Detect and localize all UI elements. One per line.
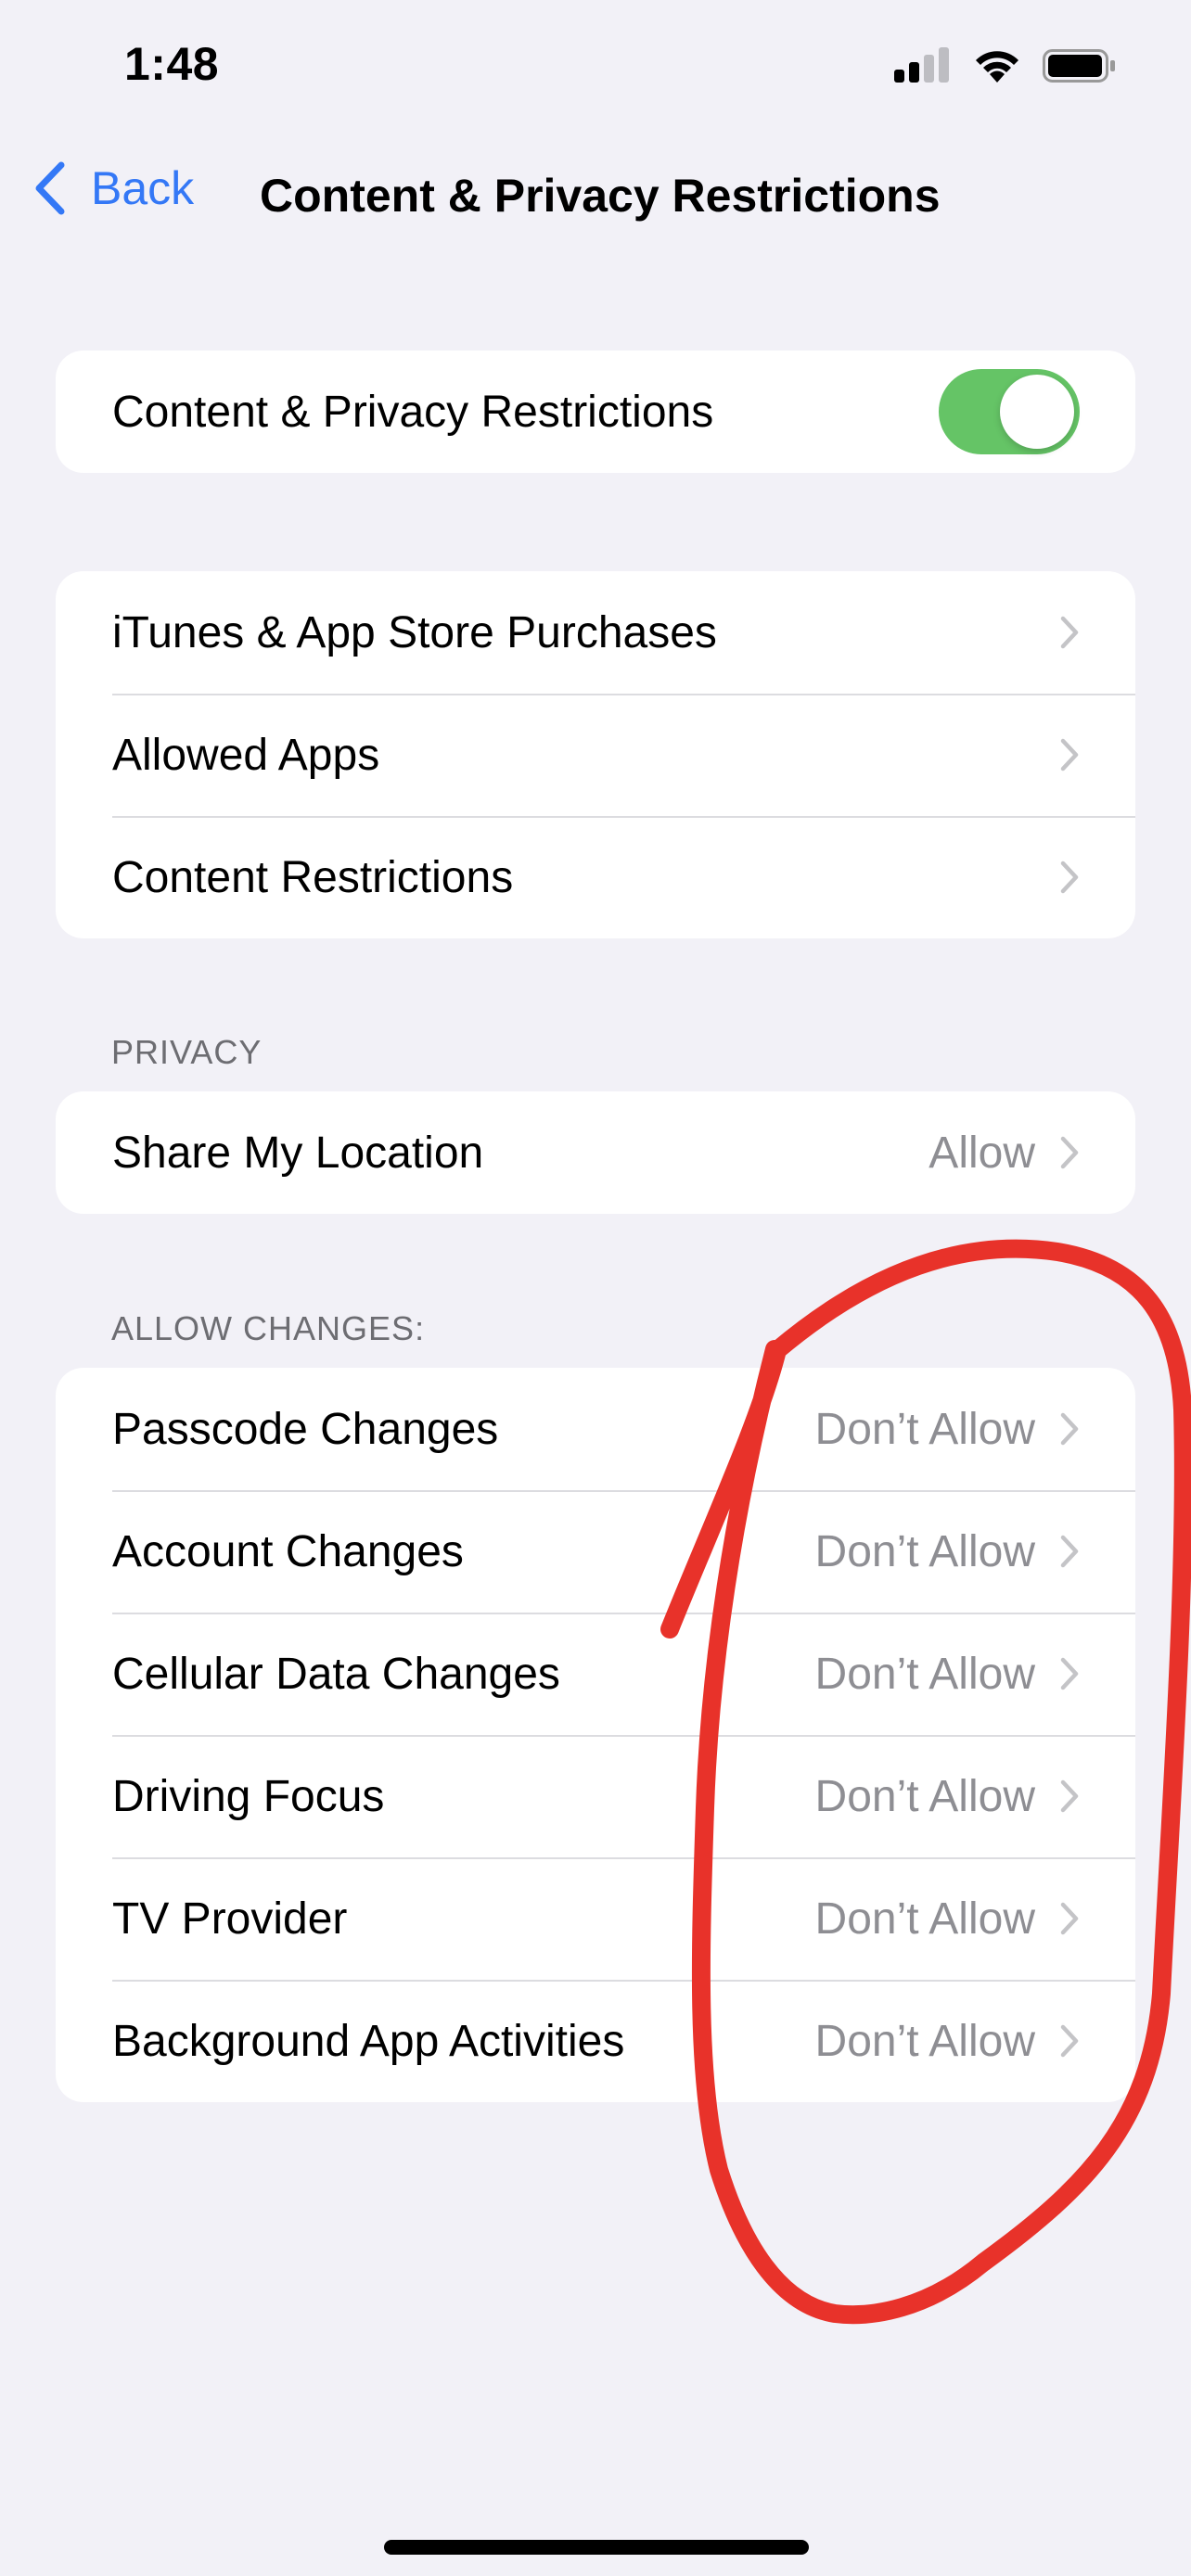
chevron-right-icon xyxy=(1060,861,1079,894)
chevron-right-icon xyxy=(1060,738,1079,772)
chevron-right-icon xyxy=(1060,1535,1079,1568)
driving-focus-row[interactable]: Driving Focus Don’t Allow xyxy=(56,1735,1135,1857)
row-value: Don’t Allow xyxy=(814,1771,1035,1821)
master-toggle-row: Content & Privacy Restrictions xyxy=(56,351,1135,473)
privacy-header: PRIVACY xyxy=(111,1033,263,1071)
passcode-changes-row[interactable]: Passcode Changes Don’t Allow xyxy=(56,1368,1135,1490)
share-my-location-row[interactable]: Share My Location Allow xyxy=(56,1091,1135,1214)
row-label: Account Changes xyxy=(112,1526,464,1576)
cellular-data-changes-row[interactable]: Cellular Data Changes Don’t Allow xyxy=(56,1613,1135,1735)
account-changes-row[interactable]: Account Changes Don’t Allow xyxy=(56,1490,1135,1613)
row-value: Allow xyxy=(928,1128,1035,1178)
row-value: Don’t Allow xyxy=(814,1404,1035,1454)
chevron-right-icon xyxy=(1060,2024,1079,2058)
master-toggle-group: Content & Privacy Restrictions xyxy=(56,351,1135,473)
wifi-icon xyxy=(976,51,1018,83)
row-value: Don’t Allow xyxy=(814,1526,1035,1576)
nav-bar: Back Content & Privacy Restrictions xyxy=(0,148,1191,241)
chevron-right-icon xyxy=(1060,1136,1079,1169)
content-privacy-toggle[interactable] xyxy=(939,369,1080,454)
chevron-right-icon xyxy=(1060,1657,1079,1690)
row-label: Share My Location xyxy=(112,1128,484,1178)
page-title: Content & Privacy Restrictions xyxy=(260,170,941,222)
back-label: Back xyxy=(91,162,195,214)
allow-changes-header: ALLOW CHANGES: xyxy=(111,1309,426,1347)
row-label: Cellular Data Changes xyxy=(112,1649,560,1699)
restrictions-group: iTunes & App Store Purchases Allowed App… xyxy=(56,571,1135,938)
master-toggle-label: Content & Privacy Restrictions xyxy=(112,387,714,437)
row-value: Don’t Allow xyxy=(814,1894,1035,1944)
row-label: Content Restrictions xyxy=(112,852,514,902)
allow-changes-group: Passcode Changes Don’t Allow Account Cha… xyxy=(56,1368,1135,2102)
tv-provider-row[interactable]: TV Provider Don’t Allow xyxy=(56,1857,1135,1980)
chevron-left-icon xyxy=(35,161,65,215)
privacy-group: Share My Location Allow xyxy=(56,1091,1135,1214)
screen: 1:48 Back Content & Privacy Restrictions xyxy=(0,0,1191,2576)
row-label: Allowed Apps xyxy=(112,730,380,780)
chevron-right-icon xyxy=(1060,1779,1079,1813)
allowed-apps-row[interactable]: Allowed Apps xyxy=(56,694,1135,816)
itunes-app-store-purchases-row[interactable]: iTunes & App Store Purchases xyxy=(56,571,1135,694)
toggle-knob xyxy=(1000,375,1074,449)
row-label: TV Provider xyxy=(112,1894,348,1944)
battery-icon xyxy=(1043,49,1115,83)
cellular-signal-icon xyxy=(894,47,949,83)
status-icons xyxy=(894,43,1117,89)
content-restrictions-row[interactable]: Content Restrictions xyxy=(56,816,1135,938)
row-label: iTunes & App Store Purchases xyxy=(112,607,717,657)
chevron-right-icon xyxy=(1060,1412,1079,1446)
row-value: Don’t Allow xyxy=(814,1649,1035,1699)
home-indicator[interactable] xyxy=(384,2540,809,2555)
chevron-right-icon xyxy=(1060,616,1079,649)
background-app-activities-row[interactable]: Background App Activities Don’t Allow xyxy=(56,1980,1135,2102)
row-value: Don’t Allow xyxy=(814,2016,1035,2066)
row-label: Background App Activities xyxy=(112,2016,625,2066)
back-button[interactable]: Back xyxy=(33,161,194,215)
row-label: Driving Focus xyxy=(112,1771,385,1821)
chevron-right-icon xyxy=(1060,1902,1079,1935)
status-time: 1:48 xyxy=(124,38,220,90)
row-label: Passcode Changes xyxy=(112,1404,499,1454)
